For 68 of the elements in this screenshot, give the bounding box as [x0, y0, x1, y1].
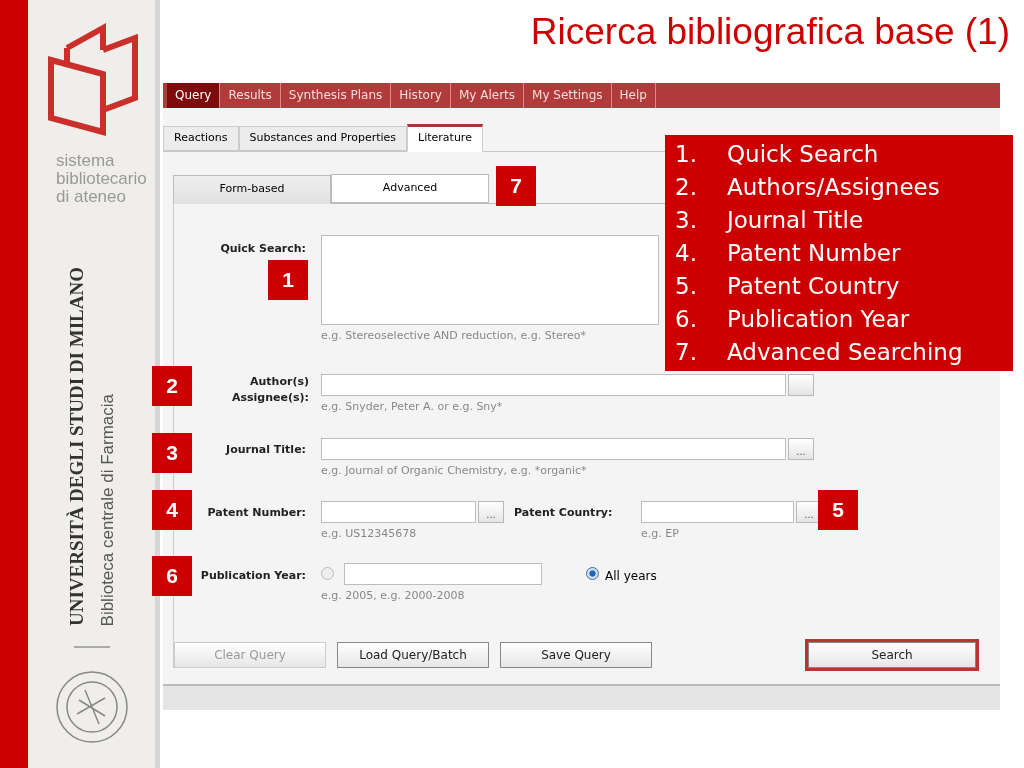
field-hint: e.g. US12345678	[321, 526, 418, 542]
radio-button[interactable]	[586, 567, 599, 580]
field-label: Publication Year:	[199, 567, 306, 584]
menu-tab[interactable]: My Alerts	[450, 82, 525, 108]
authors-field[interactable]	[321, 374, 786, 396]
callout-number: 2	[152, 366, 192, 406]
field-label: Patent Country:	[514, 505, 614, 521]
radio-label: All years	[605, 567, 657, 585]
logo-text: bibliotecario	[56, 170, 147, 188]
legend-number: 5.	[675, 272, 698, 301]
action-button[interactable]: Search	[808, 642, 976, 668]
callout-number: 3	[152, 433, 192, 473]
field-label: Quick Search:	[219, 240, 306, 257]
field-hint: e.g. Journal of Organic Chemistry, e.g. *organic*	[321, 462, 588, 479]
field-hint: e.g. 2005, e.g. 2000-2008	[321, 587, 466, 604]
legend-text: Patent Country	[727, 272, 900, 301]
logo-text: di ateneo	[56, 188, 127, 206]
menu-tab[interactable]: My Settings	[524, 82, 612, 108]
publication-year-field[interactable]	[344, 562, 542, 585]
field-label: Patent Number:	[206, 505, 306, 521]
field-hint: e.g. Snyder, Peter A. or e.g. Sny*	[321, 399, 504, 415]
lookup-button[interactable]: ...	[478, 501, 504, 523]
journal-title-field[interactable]	[321, 437, 786, 460]
callout-number: 6	[152, 556, 192, 596]
quick-search-field[interactable]	[321, 234, 659, 325]
menu-tab[interactable]: Synthesis Plans	[280, 82, 392, 108]
menu-tab[interactable]: Help	[611, 82, 656, 108]
field-label: Journal Title:	[224, 441, 306, 458]
form-tab[interactable]: Advanced	[331, 173, 489, 203]
callout-number: 1	[268, 260, 308, 300]
menu-tab[interactable]: Results	[220, 82, 281, 108]
seal-icon	[54, 670, 129, 744]
library-name: Biblioteca centrale di Farmacia	[97, 393, 118, 626]
menu-tab[interactable]: Query	[167, 82, 221, 108]
subtab[interactable]: Reactions	[163, 125, 239, 151]
legend-number: 3.	[675, 206, 698, 235]
slide-title: Ricerca bibliografica base (1)	[530, 10, 1010, 54]
field-hint: e.g. Stereoselective AND reduction, e.g. Stereo*	[321, 327, 587, 344]
legend-number: 7.	[675, 338, 698, 367]
patent-number-field[interactable]	[321, 501, 476, 523]
legend-number: 2.	[675, 173, 698, 202]
patent-country-field[interactable]	[641, 501, 794, 523]
field-label: Author(s)	[249, 374, 309, 390]
radio-button[interactable]	[321, 567, 334, 580]
legend-text: Journal Title	[727, 206, 864, 235]
action-button[interactable]: Save Query	[500, 642, 652, 668]
lookup-button[interactable]	[788, 374, 814, 396]
callout-number: 7	[496, 166, 536, 206]
legend-text: Publication Year	[727, 305, 910, 334]
subtab[interactable]: Substances and Properties	[238, 125, 408, 151]
university-name: UNIVERSITÀ DEGLI STUDI DI MILANO	[64, 267, 88, 626]
subtab[interactable]: Literature	[407, 123, 483, 152]
lookup-button[interactable]: ...	[788, 437, 814, 460]
form-tab[interactable]: Form-based	[173, 174, 331, 204]
legend-number: 4.	[675, 239, 698, 268]
field-label: Assignee(s):	[232, 390, 309, 406]
legend-text: Authors/Assignees	[727, 173, 940, 202]
menu-tab[interactable]: History	[391, 82, 451, 108]
callout-number: 5	[818, 490, 858, 530]
legend-text: Advanced Searching	[727, 338, 963, 367]
legend-text: Patent Number	[727, 239, 901, 268]
field-hint: e.g. EP	[641, 526, 680, 542]
logo-text: sistema	[56, 152, 116, 170]
action-button[interactable]: Load Query/Batch	[337, 642, 489, 668]
callout-number: 4	[152, 490, 192, 530]
legend-number: 6.	[675, 305, 698, 334]
legend-text: Quick Search	[727, 140, 879, 169]
legend-number: 1.	[675, 140, 698, 169]
